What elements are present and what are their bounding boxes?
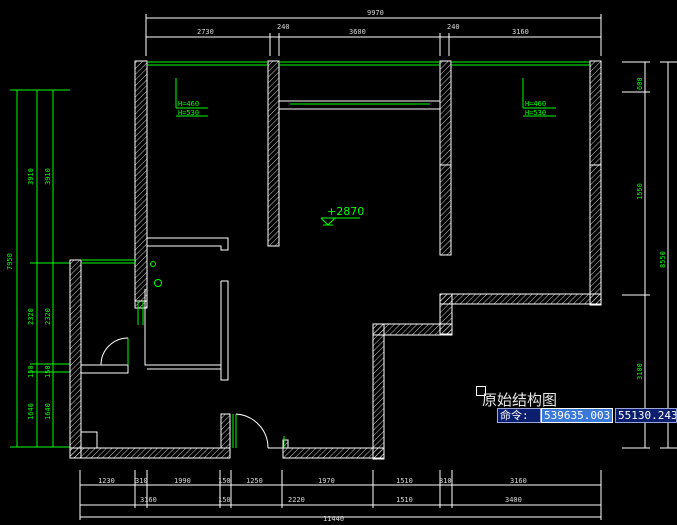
bottom-row2-dim-2: 150 <box>218 496 231 504</box>
left-col1-dim-4: 1640 <box>27 403 35 420</box>
left-overall-dim: 7950 <box>6 253 14 270</box>
window-mark-right-1: H=460 <box>525 100 546 108</box>
bottom-row1-dim-3: 1990 <box>174 477 191 485</box>
top-dimension-lines <box>145 14 602 56</box>
cad-drawing-canvas[interactable]: 9970 2730 240 3600 240 3160 7950 3910 23… <box>0 0 677 525</box>
left-col2-dim-3: 150 <box>44 365 52 378</box>
bottom-row1-dim-4: 150 <box>218 477 231 485</box>
windows <box>82 61 590 325</box>
right-dim-2: 1550 <box>636 183 644 200</box>
drain-marker-icon <box>154 279 162 287</box>
pipe-marker-icon <box>150 261 156 267</box>
right-dim-1: 600 <box>636 77 644 90</box>
doors <box>100 337 285 449</box>
right-dimension-lines <box>622 61 677 449</box>
drawing-title: 原始结构图 <box>482 391 558 409</box>
left-dimension-lines <box>10 89 70 448</box>
top-dim-5: 3160 <box>512 28 529 36</box>
bottom-row2-dim-3: 2220 <box>288 496 305 504</box>
command-input-x[interactable]: 539635.003 <box>541 408 613 423</box>
left-col2-dim-1: 3910 <box>44 168 52 185</box>
left-col2-dim-2: 2320 <box>44 308 52 325</box>
bottom-row1-dim-6: 1970 <box>318 477 335 485</box>
window-mark-left-1: H=460 <box>178 100 199 108</box>
left-col2-dim-4: 1640 <box>44 403 52 420</box>
top-dim-1: 2730 <box>197 28 214 36</box>
bottom-row1-dim-7: 1510 <box>396 477 413 485</box>
bottom-row1-dim-5: 1250 <box>246 477 263 485</box>
bottom-row2-dim-4: 1510 <box>396 496 413 504</box>
elevation-marker-icon <box>320 217 360 226</box>
right-overall-dim: 8550 <box>659 251 667 268</box>
right-dim-3: 3100 <box>636 363 644 380</box>
bottom-row1-dim-8: 310 <box>439 477 452 485</box>
bottom-row2-dim-5: 3400 <box>505 496 522 504</box>
bottom-row1-dim-1: 1230 <box>98 477 115 485</box>
top-dim-4: 240 <box>447 23 460 31</box>
left-col1-dim-1: 3910 <box>27 168 35 185</box>
top-dim-3: 3600 <box>349 28 366 36</box>
top-overall-dim: 9970 <box>367 9 384 17</box>
bottom-row1-dim-2: 310 <box>135 477 148 485</box>
left-col1-dim-2: 2320 <box>27 308 35 325</box>
window-mark-right-2: H=530 <box>525 109 546 117</box>
top-dim-2: 240 <box>277 23 290 31</box>
elevation-label: +2870 <box>327 205 364 218</box>
bottom-row2-dim-1: 3160 <box>140 496 157 504</box>
bottom-row1-dim-9: 3160 <box>510 477 527 485</box>
command-label: 命令: <box>497 408 541 423</box>
bottom-overall-dim: 11440 <box>323 515 344 523</box>
command-input-y[interactable]: 55130.2434 <box>615 408 677 423</box>
left-col1-dim-3: 150 <box>27 365 35 378</box>
window-mark-left-2: H=530 <box>178 109 199 117</box>
